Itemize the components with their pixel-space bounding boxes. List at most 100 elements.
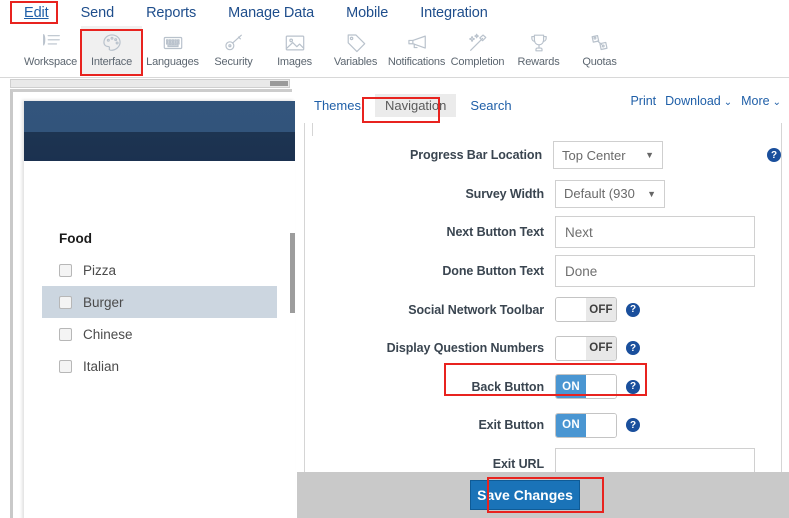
select-value: Top Center <box>562 147 626 163</box>
subtab-navigation[interactable]: Navigation <box>374 93 457 117</box>
field-label: Social Network Toolbar <box>408 302 544 317</box>
tag-icon <box>345 29 367 56</box>
survey-preview-body: Food Pizza Burger Chinese Italian <box>24 231 295 382</box>
toolbar-item-images[interactable]: Images <box>264 26 325 74</box>
checkbox-icon[interactable] <box>59 263 72 277</box>
divider <box>312 123 313 136</box>
toolbar-item-completion[interactable]: Completion <box>447 26 508 74</box>
toolbar-item-label: Completion <box>450 56 505 68</box>
field-label: Exit Button <box>478 418 544 433</box>
preview-option-burger[interactable]: Burger <box>42 286 277 318</box>
input-next-button-text[interactable]: Next <box>555 216 755 249</box>
icon-toolbar: Workspace Interface Languages Security Image… <box>0 26 789 78</box>
select-survey-width[interactable]: Default (930 ▼ <box>555 179 665 208</box>
preview-question-title: Food <box>59 231 92 246</box>
megaphone-icon <box>406 29 428 56</box>
field-control: OFF? <box>555 335 781 361</box>
form-row: Next Button Text Next <box>305 213 781 252</box>
action-print[interactable]: Print <box>630 94 656 108</box>
help-icon[interactable]: ? <box>626 341 640 356</box>
key-icon <box>223 29 245 56</box>
top-menu-item-integration[interactable]: Integration <box>410 5 497 21</box>
input-done-button-text[interactable]: Done <box>555 255 755 288</box>
toggle-right-segment: OFF <box>586 336 616 360</box>
action-more[interactable]: More ⌄ <box>741 94 781 108</box>
palette-icon <box>101 29 123 56</box>
form-row: Survey Width Default (930 ▼ <box>305 175 781 214</box>
keyboard-icon <box>162 29 184 56</box>
action-download[interactable]: Download ⌄ <box>665 94 732 108</box>
checkbox-icon[interactable] <box>59 327 72 341</box>
preview-horizontal-scrollbar[interactable] <box>10 79 290 88</box>
preview-option-chinese[interactable]: Chinese <box>42 318 277 350</box>
save-changes-button[interactable]: Save Changes <box>470 480 580 510</box>
preview-option-pizza[interactable]: Pizza <box>42 254 277 286</box>
field-control: Default (930 ▼ <box>555 179 781 208</box>
pen-list-icon <box>40 29 62 56</box>
toolbar-item-label: Notifications <box>387 56 446 68</box>
action-label: Download <box>665 94 721 108</box>
toolbar-item-rewards[interactable]: Rewards <box>508 26 569 74</box>
form-row: Display Question Numbers OFF? <box>305 329 781 368</box>
navigation-settings-form: Progress Bar Location Top Center ▼? Survey … <box>304 123 782 518</box>
field-label: Exit URL <box>492 457 544 472</box>
toolbar-item-variables[interactable]: Variables <box>325 26 386 74</box>
preview-option-label: Chinese <box>83 326 133 342</box>
toggle-social-network-toolbar[interactable]: OFF <box>555 297 617 323</box>
toggle-back-button[interactable]: ON <box>555 374 617 400</box>
toolbar-item-label: Quotas <box>582 56 617 68</box>
top-menu-item-mobile[interactable]: Mobile <box>336 5 398 21</box>
toolbar-item-interface[interactable]: Interface <box>81 26 142 74</box>
preview-option-label: Pizza <box>83 262 117 278</box>
panel-actions: Print Download ⌄ More ⌄ <box>621 94 781 108</box>
preview-option-label: Italian <box>83 358 120 374</box>
field-label: Survey Width <box>465 186 544 201</box>
action-label: More <box>741 94 770 108</box>
help-icon[interactable]: ? <box>626 379 640 394</box>
toggle-left-segment <box>556 298 586 322</box>
select-progress-bar-location[interactable]: Top Center ▼ <box>553 141 663 170</box>
toolbar-item-notifications[interactable]: Notifications <box>386 26 447 74</box>
help-icon[interactable]: ? <box>626 418 640 433</box>
toolbar-item-label: Rewards <box>517 56 560 68</box>
preview-option-italian[interactable]: Italian <box>42 350 277 382</box>
image-icon <box>284 29 306 56</box>
checkbox-icon[interactable] <box>59 295 72 309</box>
field-label: Progress Bar Location <box>410 148 542 163</box>
toolbar-item-label: Variables <box>333 56 378 68</box>
settings-subtabs: Themes Navigation Search Print Download ⌄ Mor… <box>297 89 789 121</box>
scrollbar-thumb[interactable] <box>270 81 288 86</box>
toolbar-item-workspace[interactable]: Workspace <box>20 26 81 74</box>
links-icon <box>589 29 611 56</box>
toolbar-item-label: Languages <box>146 56 199 68</box>
field-label: Back Button <box>471 379 544 394</box>
field-control: Top Center ▼? <box>553 141 781 170</box>
trophy-icon <box>528 29 550 56</box>
top-menu-item-manage-data[interactable]: Manage Data <box>218 5 324 21</box>
scrollbar-thumb[interactable] <box>290 233 295 313</box>
help-icon[interactable]: ? <box>767 148 781 163</box>
toolbar-item-quotas[interactable]: Quotas <box>569 26 630 74</box>
toggle-left-segment: ON <box>556 375 586 399</box>
subtab-search[interactable]: Search <box>460 94 521 117</box>
subtab-themes[interactable]: Themes <box>304 94 371 117</box>
toggle-display-question-numbers[interactable]: OFF <box>555 335 617 361</box>
top-menu-item-send[interactable]: Send <box>71 5 124 21</box>
chevron-down-icon: ⌄ <box>772 97 781 108</box>
toolbar-item-security[interactable]: Security <box>203 26 264 74</box>
top-menu-item-reports[interactable]: Reports <box>136 5 206 21</box>
toggle-exit-button[interactable]: ON <box>555 412 617 438</box>
settings-footer: Save Changes <box>297 472 789 518</box>
form-row: Exit Button ON? <box>305 406 781 445</box>
toolbar-item-languages[interactable]: Languages <box>142 26 203 74</box>
chevron-down-icon: ▼ <box>647 188 656 199</box>
preview-vertical-scrollbar[interactable] <box>290 101 295 518</box>
field-label: Done Button Text <box>442 264 544 279</box>
form-row: Progress Bar Location Top Center ▼? <box>305 136 781 175</box>
top-menu-item-edit[interactable]: Edit <box>14 5 59 21</box>
field-control: ON? <box>555 374 781 400</box>
checkbox-icon[interactable] <box>59 359 72 373</box>
toolbar-item-label: Interface <box>90 56 132 68</box>
help-icon[interactable]: ? <box>626 302 640 317</box>
form-row: Done Button Text Done <box>305 252 781 291</box>
